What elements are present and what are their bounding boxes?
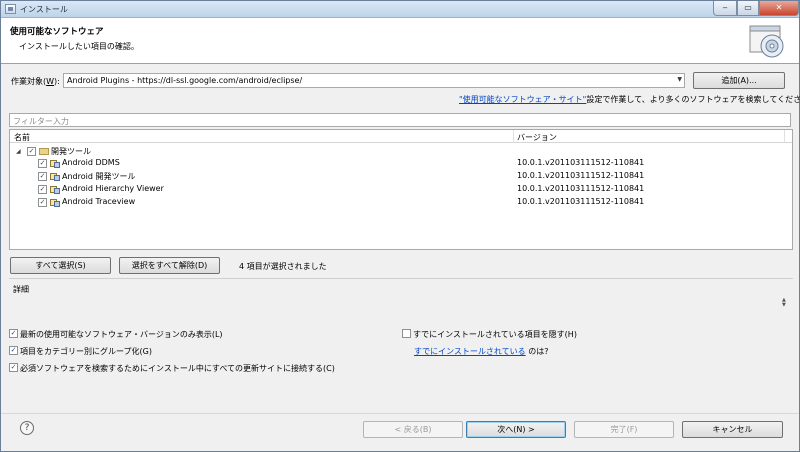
chevron-down-icon[interactable]: ▼ [677, 76, 682, 83]
group-by-category-label[interactable]: 項目をカテゴリー別にグループ化(G) [20, 346, 152, 357]
filter-placeholder: フィルター入力 [13, 117, 69, 126]
installed-link[interactable]: すでにインストールされている [414, 347, 526, 356]
row-name: Android Traceview [62, 197, 136, 206]
hide-installed-checkbox[interactable] [402, 329, 411, 338]
plugin-feature-icon [50, 173, 60, 181]
available-sites-link[interactable]: "使用可能なソフトウェア・サイト" [459, 95, 586, 104]
table-row[interactable]: ✓ Android 開発ツール 10.0.1.v201103111512-110… [10, 170, 792, 183]
filter-input[interactable]: フィルター入力 [9, 113, 791, 127]
page-subtitle: インストールしたい項目の確認。 [19, 42, 139, 51]
row-name: Android DDMS [62, 158, 120, 167]
details-scroll-arrows[interactable]: ▲ ▼ [782, 298, 786, 308]
contact-sites-label[interactable]: 必須ソフトウェアを検索するためにインストール中にすべての更新サイトに接続する(C… [20, 363, 335, 374]
work-with-value: Android Plugins - https://dl-ssl.google.… [67, 76, 303, 85]
finish-button[interactable]: 完了(F) [574, 421, 674, 438]
folder-icon [39, 148, 49, 155]
hide-installed-label[interactable]: すでにインストールされている項目を隠す(H) [413, 329, 577, 340]
work-with-label: 作業対象(W): [11, 77, 60, 86]
plugin-feature-icon [50, 186, 60, 194]
row-checkbox[interactable]: ✓ [38, 172, 47, 181]
column-version[interactable]: バージョン [517, 132, 557, 143]
window-app-icon [5, 4, 16, 14]
cancel-button[interactable]: キャンセル [682, 421, 783, 438]
table-row[interactable]: ✓ Android DDMS 10.0.1.v201103111512-1108… [10, 157, 792, 170]
window-title: インストール [20, 5, 68, 14]
select-all-button[interactable]: すべて選択(S) [10, 257, 111, 274]
tree-header: 名前 バージョン [10, 130, 792, 143]
contact-sites-checkbox[interactable]: ✓ [9, 363, 18, 372]
close-button[interactable]: ✕ [759, 1, 799, 16]
group-checkbox[interactable]: ✓ [27, 147, 36, 156]
group-name: 開発ツール [51, 147, 91, 156]
row-name: Android Hierarchy Viewer [62, 184, 164, 193]
page-title: 使用可能なソフトウェア [10, 27, 104, 37]
details-section [9, 278, 793, 322]
install-dialog: インストール ‒ ▭ ✕ 使用可能なソフトウェア インストールしたい項目の確認。… [0, 0, 800, 452]
next-button[interactable]: 次へ(N) > [466, 421, 566, 438]
plugin-feature-icon [50, 160, 60, 168]
table-row[interactable]: ✓ Android Traceview 10.0.1.v201103111512… [10, 196, 792, 209]
install-wizard-icon [749, 25, 784, 58]
latest-only-checkbox[interactable]: ✓ [9, 329, 18, 338]
row-checkbox[interactable]: ✓ [38, 185, 47, 194]
group-by-category-checkbox[interactable]: ✓ [9, 346, 18, 355]
maximize-button[interactable]: ▭ [737, 1, 759, 16]
details-label: 詳細 [13, 285, 29, 294]
row-version: 10.0.1.v201103111512-110841 [517, 197, 645, 206]
row-version: 10.0.1.v201103111512-110841 [517, 184, 645, 193]
row-version: 10.0.1.v201103111512-110841 [517, 171, 645, 180]
available-sites-hint: "使用可能なソフトウェア・サイト"設定で作業して、より多くのソフトウェアを検索し… [459, 95, 800, 104]
latest-only-label[interactable]: 最新の使用可能なソフトウェア・バージョンのみ表示(L) [20, 329, 223, 340]
feature-tree[interactable]: 名前 バージョン ◢ ✓ 開発ツール ✓ Android DDMS 10.0.1… [9, 129, 793, 250]
collapse-arrow-icon[interactable]: ◢ [16, 148, 21, 155]
installed-hint: すでにインストールされている のは? [414, 347, 549, 356]
table-row[interactable]: ✓ Android Hierarchy Viewer 10.0.1.v20110… [10, 183, 792, 196]
minimize-button[interactable]: ‒ [713, 1, 737, 16]
work-with-combo[interactable]: Android Plugins - https://dl-ssl.google.… [63, 73, 685, 88]
footer-divider [1, 413, 799, 414]
selection-status: 4 項目が選択されました [239, 262, 327, 271]
title-bar[interactable]: インストール ‒ ▭ ✕ [1, 1, 799, 18]
row-checkbox[interactable]: ✓ [38, 159, 47, 168]
deselect-all-button[interactable]: 選択をすべて解除(D) [119, 257, 220, 274]
row-version: 10.0.1.v201103111512-110841 [517, 158, 645, 167]
wizard-header: 使用可能なソフトウェア インストールしたい項目の確認。 [1, 18, 799, 64]
back-button[interactable]: < 戻る(B) [363, 421, 463, 438]
row-checkbox[interactable]: ✓ [38, 198, 47, 207]
plugin-feature-icon [50, 199, 60, 207]
help-icon[interactable]: ? [20, 421, 34, 435]
row-name: Android 開発ツール [62, 172, 136, 181]
column-name[interactable]: 名前 [14, 132, 30, 143]
add-site-button[interactable]: 追加(A)... [693, 72, 785, 89]
